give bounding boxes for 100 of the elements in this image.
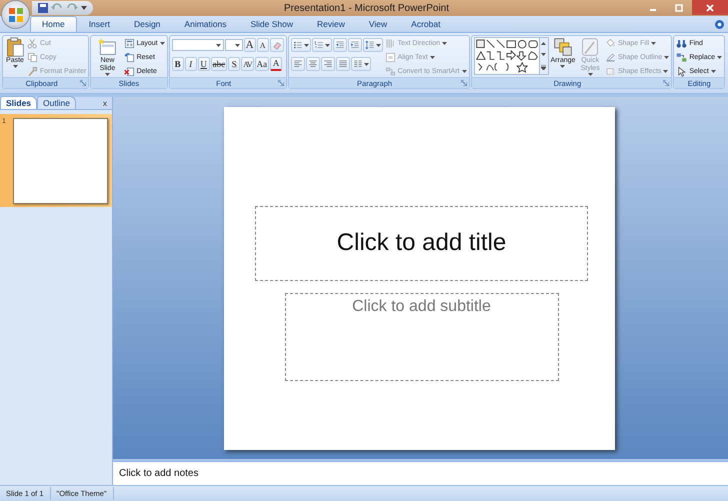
ribbon-tab[interactable]: Insert	[76, 16, 122, 32]
close-button[interactable]	[692, 0, 728, 15]
change-case-button[interactable]: Aa	[254, 57, 270, 71]
numbering-icon	[314, 40, 324, 50]
bucket-icon	[604, 38, 616, 49]
pane-tab[interactable]: Slides	[0, 96, 38, 109]
bullets-button[interactable]	[290, 38, 311, 52]
strikethrough-button[interactable]: abc	[210, 57, 228, 71]
scissors-icon	[27, 38, 38, 49]
caret-icon	[160, 42, 165, 45]
launcher-icon	[460, 80, 466, 86]
restore-icon	[675, 4, 683, 12]
title-placeholder[interactable]: Click to add title	[255, 206, 588, 280]
office-button[interactable]	[2, 1, 29, 28]
caret-icon	[651, 42, 656, 45]
caret-icon	[663, 70, 668, 73]
bold-button[interactable]: B	[172, 57, 184, 71]
window-title: Presentation1 - Microsoft PowerPoint	[282, 2, 450, 14]
close-icon	[706, 4, 714, 12]
arrange-icon	[552, 37, 573, 57]
more-icon	[541, 64, 546, 70]
caret-icon	[216, 44, 221, 46]
caret-icon	[324, 44, 330, 46]
columns-icon	[352, 59, 363, 69]
columns-button[interactable]	[350, 57, 371, 71]
caret-icon	[430, 56, 435, 59]
quick-styles-icon	[580, 37, 600, 57]
reset-icon	[124, 52, 135, 63]
indent-icon	[350, 40, 360, 50]
office-logo-icon	[8, 6, 24, 22]
copy-icon	[27, 52, 38, 63]
underline-button[interactable]: U	[198, 57, 210, 71]
caret-icon	[717, 56, 722, 59]
caret-icon	[364, 62, 369, 66]
caret-icon	[304, 44, 309, 46]
save-icon	[38, 3, 48, 13]
brush-icon	[27, 66, 38, 77]
font-color-button[interactable]: A	[270, 57, 282, 71]
align-left-button[interactable]	[290, 57, 305, 71]
shapes-drawing	[474, 38, 538, 74]
ribbon-tab[interactable]: Home	[30, 16, 77, 32]
caret-icon	[442, 42, 448, 45]
launcher-icon	[80, 80, 86, 86]
shape-gallery[interactable]	[474, 37, 548, 75]
outdent-button[interactable]	[332, 38, 347, 52]
replace-icon	[676, 52, 688, 63]
caret-icon	[560, 65, 566, 68]
caret-icon	[234, 44, 240, 46]
shadow-button[interactable]: S	[228, 57, 240, 71]
close-pane-button[interactable]: x	[103, 98, 107, 108]
scroll-up-icon	[541, 42, 546, 46]
scroll-down-icon	[541, 53, 546, 56]
launcher-icon	[278, 80, 284, 86]
shrink-font-button[interactable]: A	[256, 38, 269, 52]
align-text-icon	[384, 52, 396, 63]
slide-icon	[97, 37, 118, 57]
redo-icon	[66, 3, 78, 13]
ribbon-tab[interactable]: View	[356, 16, 400, 32]
font-size-field[interactable]	[224, 39, 243, 51]
align-center-icon	[308, 59, 318, 69]
effects-icon	[604, 66, 616, 77]
caret-icon	[376, 44, 381, 46]
ribbon-tab[interactable]: Design	[122, 16, 172, 32]
subtitle-placeholder[interactable]: Click to add subtitle	[284, 292, 558, 380]
cursor-icon	[676, 66, 688, 77]
align-left-icon	[292, 59, 303, 69]
align-right-button[interactable]	[320, 57, 335, 71]
caret-icon	[462, 70, 466, 73]
binoculars-icon	[676, 38, 688, 49]
layout-icon	[124, 38, 135, 49]
ribbon-tab[interactable]: Acrobat	[399, 16, 452, 32]
caret-icon	[12, 65, 18, 68]
help-icon	[715, 20, 724, 28]
slide-thumbnail[interactable]	[12, 118, 108, 204]
ribbon-tab[interactable]: Review	[305, 16, 357, 32]
font-name-field[interactable]	[172, 39, 224, 51]
align-right-icon	[322, 59, 333, 69]
ribbon-tab[interactable]: Animations	[172, 16, 238, 32]
spacing-button[interactable]: AV	[241, 57, 254, 71]
caret-icon	[664, 56, 670, 59]
pane-tab[interactable]: Outline	[37, 96, 76, 109]
delete-icon	[124, 66, 135, 77]
italic-button[interactable]: I	[184, 57, 197, 71]
ribbon-tab[interactable]: Slide Show	[238, 16, 306, 32]
pen-icon	[604, 52, 616, 63]
line-spacing-icon	[364, 40, 375, 50]
align-center-button[interactable]	[306, 57, 320, 71]
line-spacing-button[interactable]	[362, 38, 383, 52]
indent-button[interactable]	[348, 38, 362, 52]
launcher-icon	[663, 80, 670, 86]
bullets-icon	[292, 40, 303, 50]
notes-field[interactable]: Click to add notes	[113, 461, 728, 485]
customize-icon	[81, 5, 87, 11]
justify-icon	[338, 59, 348, 69]
justify-button[interactable]	[336, 57, 350, 71]
outdent-icon	[334, 40, 345, 50]
text-direction-icon	[384, 38, 396, 49]
grow-font-button[interactable]: A	[244, 38, 256, 52]
caret-icon	[710, 70, 716, 73]
numbering-button[interactable]	[312, 38, 332, 52]
